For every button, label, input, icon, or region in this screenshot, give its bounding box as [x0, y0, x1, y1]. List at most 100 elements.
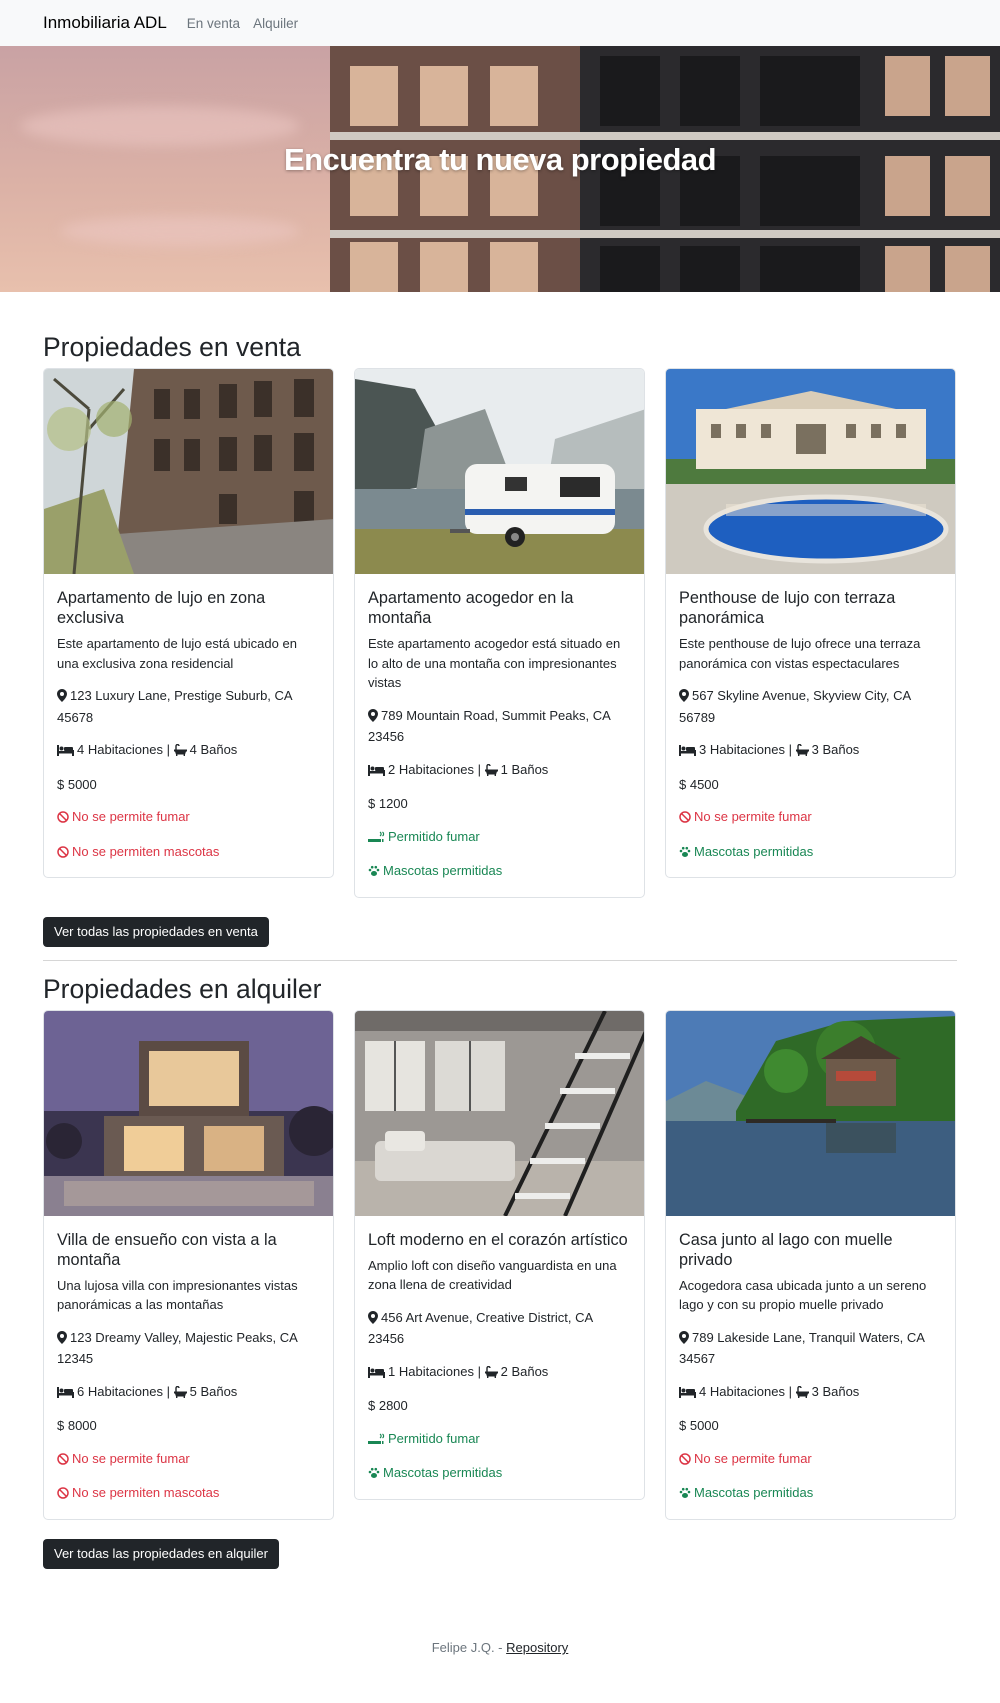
pets-policy: Mascotas permitidas: [679, 1483, 941, 1505]
property-description: Este apartamento de lujo está ubicado en…: [57, 636, 297, 671]
property-address: 123 Luxury Lane, Prestige Suburb, CA 456…: [57, 688, 292, 725]
property-price: $ 4500: [679, 776, 719, 792]
property-card[interactable]: Loft moderno en el corazón artístico Amp…: [354, 1009, 645, 1500]
smoking-label: No se permite fumar: [72, 809, 190, 824]
paw-icon: [679, 844, 691, 864]
brand-logo[interactable]: Inmobiliaria ADL: [43, 13, 167, 33]
property-card[interactable]: Apartamento de lujo en zona exclusiva Es…: [43, 368, 334, 878]
paw-icon: [368, 1465, 380, 1485]
property-price: $ 2800: [368, 1398, 408, 1413]
property-card[interactable]: Casa junto al lago con muelle privado Ac…: [665, 1009, 956, 1520]
property-rooms-row: 4 Habitaciones | 4 Baños: [57, 740, 319, 762]
property-address-row: 567 Skyline Avenue, Skyview City, CA 567…: [679, 686, 941, 727]
property-address: 567 Skyline Avenue, Skyview City, CA 567…: [679, 688, 911, 725]
repository-link[interactable]: Repository: [506, 1640, 568, 1655]
property-title: Villa de ensueño con vista a la montaña: [57, 1230, 277, 1269]
sale-section-title: Propiedades en venta: [43, 332, 301, 362]
property-rooms-row: 2 Habitaciones | 1 Baños: [368, 760, 630, 782]
property-baths: 3 Baños: [811, 1383, 860, 1399]
smoking-policy: No se permite fumar: [679, 807, 941, 829]
pets-label: Mascotas permitidas: [694, 843, 814, 859]
nav-link-venta[interactable]: En venta: [187, 16, 240, 31]
footer-text: Felipe J.Q. -: [431, 1640, 507, 1655]
pets-policy: No se permiten mascotas: [57, 1483, 319, 1505]
property-address: 789 Lakeside Lane, Tranquil Waters, CA 3…: [679, 1329, 925, 1367]
property-card[interactable]: Villa de ensueño con vista a la montaña …: [43, 1009, 334, 1520]
footer: Felipe J.Q. - Repository: [0, 1640, 1000, 1655]
hero-title: Encuentra tu nueva propiedad: [283, 142, 717, 177]
property-address: 456 Art Avenue, Creative District, CA 23…: [368, 1309, 593, 1347]
bath-icon: [173, 742, 187, 762]
property-address-row: 789 Mountain Road, Summit Peaks, CA 2345…: [368, 706, 630, 747]
property-description: Amplio loft con diseño vanguardista en u…: [368, 1257, 617, 1293]
card-body: Villa de ensueño con vista a la montaña …: [44, 1216, 333, 1519]
bath-icon: [795, 1384, 809, 1404]
card-body: Apartamento de lujo en zona exclusiva Es…: [44, 574, 333, 877]
property-address-row: 123 Luxury Lane, Prestige Suburb, CA 456…: [57, 686, 319, 727]
paw-icon: [679, 1485, 691, 1505]
bed-icon: [57, 742, 74, 762]
property-rooms-row: 1 Habitaciones | 2 Baños: [368, 1362, 630, 1384]
no-smoking-icon: [679, 1451, 691, 1471]
property-address-row: 123 Dreamy Valley, Majestic Peaks, CA 12…: [57, 1328, 319, 1369]
view-all-rent-button[interactable]: Ver todas las propiedades en alquiler: [43, 1538, 279, 1569]
navbar: Inmobiliaria ADL En venta Alquiler: [0, 0, 1000, 46]
rent-cards: Villa de ensueño con vista a la montaña …: [43, 1009, 957, 1520]
pets-policy: Mascotas permitidas: [679, 842, 941, 864]
paw-icon: [368, 863, 380, 883]
hero-cloud: [20, 106, 300, 146]
hero-banner: Encuentra tu nueva propiedad: [0, 46, 1000, 292]
location-pin-icon: [57, 688, 67, 708]
section-divider: [43, 959, 957, 961]
hero-cloud: [60, 216, 300, 246]
smoking-policy: No se permite fumar: [679, 1449, 941, 1471]
pets-policy: Mascotas permitidas: [368, 1463, 630, 1485]
pets-label: No se permiten mascotas: [72, 843, 220, 859]
property-rooms: 3 Habitaciones |: [699, 742, 796, 757]
smoking-allowed-icon: [368, 829, 385, 849]
pets-label: Mascotas permitidas: [383, 1465, 503, 1480]
smoking-allowed-icon: [368, 1431, 385, 1451]
location-pin-icon: [679, 1330, 689, 1350]
property-title: Apartamento acogedor en la montaña: [368, 589, 574, 627]
location-pin-icon: [679, 688, 689, 708]
smoking-policy: No se permite fumar: [57, 1449, 319, 1471]
bed-icon: [57, 1384, 74, 1404]
property-description: Este penthouse de lujo ofrece una terraz…: [679, 636, 921, 671]
no-pets-icon: [57, 1485, 69, 1505]
smoking-label: No se permite fumar: [694, 809, 812, 824]
property-baths: 2 Baños: [500, 1363, 549, 1379]
property-baths: 5 Baños: [189, 1383, 238, 1399]
bed-icon: [368, 762, 385, 782]
no-smoking-icon: [57, 809, 69, 829]
property-title: Casa junto al lago con muelle privado: [679, 1230, 893, 1269]
view-all-sale-button[interactable]: Ver todas las propiedades en venta: [43, 916, 269, 947]
rent-section-title: Propiedades en alquiler: [43, 973, 322, 1004]
property-address-row: 789 Lakeside Lane, Tranquil Waters, CA 3…: [679, 1328, 941, 1369]
pets-label: No se permiten mascotas: [72, 1485, 220, 1500]
property-price: $ 8000: [57, 1418, 97, 1433]
property-card[interactable]: Penthouse de lujo con terraza panorámica…: [665, 368, 956, 878]
pets-label: Mascotas permitidas: [694, 1485, 814, 1500]
nav-link-alquiler[interactable]: Alquiler: [253, 16, 298, 31]
property-baths: 4 Baños: [189, 742, 238, 757]
property-image: [44, 1010, 333, 1216]
card-body: Apartamento acogedor en la montaña Este …: [355, 574, 644, 897]
card-body: Loft moderno en el corazón artístico Amp…: [355, 1216, 644, 1499]
property-address-row: 456 Art Avenue, Creative District, CA 23…: [368, 1308, 630, 1349]
property-price: $ 5000: [679, 1418, 719, 1433]
property-card[interactable]: Apartamento acogedor en la montaña Este …: [354, 368, 645, 898]
property-address: 789 Mountain Road, Summit Peaks, CA 2345…: [368, 707, 611, 745]
property-title: Penthouse de lujo con terraza panorámica: [679, 589, 896, 627]
property-description: Este apartamento acogedor está situado e…: [368, 636, 621, 690]
property-description: Acogedora casa ubicada junto a un sereno…: [679, 1277, 927, 1313]
bed-icon: [368, 1364, 385, 1384]
no-smoking-icon: [57, 1451, 69, 1471]
no-smoking-icon: [679, 809, 691, 829]
pets-label: Mascotas permitidas: [383, 863, 503, 878]
property-rooms: 6 Habitaciones |: [77, 1383, 174, 1399]
pets-policy: No se permiten mascotas: [57, 842, 319, 864]
property-rooms: 4 Habitaciones |: [77, 742, 174, 757]
property-title: Loft moderno en el corazón artístico: [368, 1230, 628, 1249]
property-address: 123 Dreamy Valley, Majestic Peaks, CA 12…: [57, 1329, 298, 1367]
